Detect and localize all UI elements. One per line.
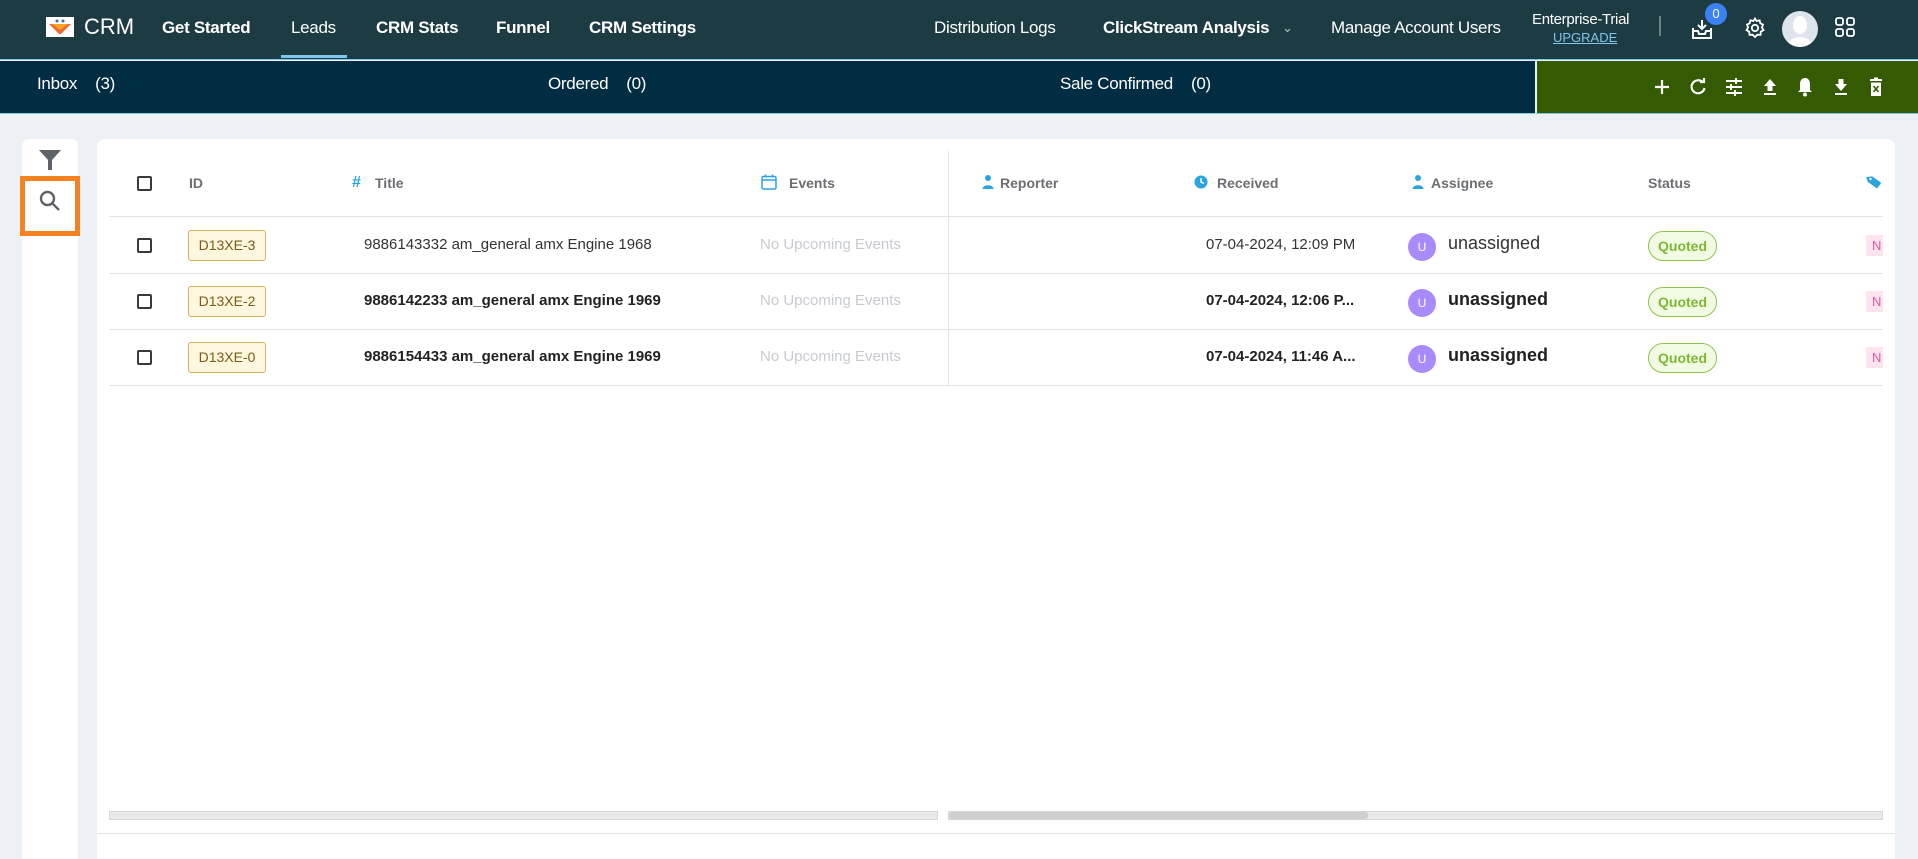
lead-title[interactable]: 9886143332 am_general amx Engine 1968 xyxy=(364,236,652,253)
person-icon xyxy=(1409,173,1427,191)
nav-clickstream-analysis[interactable]: ClickStream Analysis xyxy=(1103,18,1270,38)
row-checkbox[interactable] xyxy=(137,294,152,309)
tab-count: (0) xyxy=(626,74,647,93)
table-header: ID # Title Events Reporter Received Assi… xyxy=(109,139,1883,217)
crm-logo[interactable] xyxy=(46,17,74,37)
nav-get-started[interactable]: Get Started xyxy=(162,18,251,38)
status-tabs-bar: Inbox (3) Ordered (0) Sale Confirmed (0) xyxy=(0,61,1535,114)
assignee-avatar: U xyxy=(1408,289,1436,317)
filter-icon[interactable] xyxy=(36,147,64,173)
chevron-down-icon[interactable]: ⌄ xyxy=(1282,20,1293,36)
column-header-reporter[interactable]: Reporter xyxy=(1000,175,1058,191)
lead-assignee[interactable]: unassigned xyxy=(1448,233,1540,254)
app-brand[interactable]: CRM xyxy=(84,14,134,40)
divider xyxy=(1659,16,1661,36)
table-row[interactable]: D13XE-0 9886154433 am_general amx Engine… xyxy=(109,330,1883,386)
lead-received: 07-04-2024, 12:09 PM xyxy=(1206,236,1356,253)
table-row[interactable]: D13XE-3 9886143332 am_general amx Engine… xyxy=(109,218,1883,274)
column-header-assignee[interactable]: Assignee xyxy=(1431,175,1493,191)
horizontal-scrollbar-right[interactable] xyxy=(948,811,1883,820)
nav-leads[interactable]: Leads xyxy=(291,18,336,38)
assignee-avatar: U xyxy=(1408,233,1436,261)
upgrade-link[interactable]: UPGRADE xyxy=(1553,30,1617,45)
status-badge[interactable]: Quoted xyxy=(1648,343,1717,373)
inbox-badge: 0 xyxy=(1705,3,1727,25)
nav-manage-account-users[interactable]: Manage Account Users xyxy=(1331,18,1501,38)
person-icon xyxy=(979,173,997,191)
lead-events: No Upcoming Events xyxy=(760,292,901,309)
scrollbar-thumb[interactable] xyxy=(949,812,1368,819)
lead-id-tag[interactable]: D13XE-2 xyxy=(188,286,266,317)
hash-icon: # xyxy=(352,174,361,191)
nav-crm-stats[interactable]: CRM Stats xyxy=(376,18,459,38)
search-icon xyxy=(39,190,60,211)
tab-ordered[interactable]: Ordered (0) xyxy=(548,74,646,94)
nav-funnel[interactable]: Funnel xyxy=(496,18,550,38)
upload-icon[interactable] xyxy=(1759,76,1781,98)
tab-inbox[interactable]: Inbox (3) xyxy=(37,74,115,94)
tab-sale-confirmed[interactable]: Sale Confirmed (0) xyxy=(1060,74,1211,94)
tab-label: Sale Confirmed xyxy=(1060,74,1173,93)
tag-icon xyxy=(1865,173,1883,191)
lead-received: 07-04-2024, 12:06 P... xyxy=(1206,292,1355,309)
tab-count: (3) xyxy=(95,74,115,93)
download-icon[interactable] xyxy=(1830,76,1852,98)
status-badge[interactable]: Quoted xyxy=(1648,287,1717,317)
select-all-checkbox[interactable] xyxy=(137,176,152,191)
refresh-icon[interactable] xyxy=(1687,76,1709,98)
search-button[interactable] xyxy=(20,176,80,236)
nav-crm-settings[interactable]: CRM Settings xyxy=(589,18,696,38)
lead-id-tag[interactable]: D13XE-0 xyxy=(188,342,266,373)
leads-table-card: ID # Title Events Reporter Received Assi… xyxy=(97,139,1895,859)
nav-distribution-logs[interactable]: Distribution Logs xyxy=(934,18,1056,38)
column-header-status[interactable]: Status xyxy=(1648,175,1691,191)
action-toolbar xyxy=(1535,61,1918,114)
apps-grid-icon[interactable] xyxy=(1834,16,1860,42)
calendar-icon xyxy=(760,173,778,191)
add-icon[interactable] xyxy=(1651,76,1673,98)
lead-events: No Upcoming Events xyxy=(760,348,901,365)
lead-assignee[interactable]: unassigned xyxy=(1448,289,1548,310)
lead-events: No Upcoming Events xyxy=(760,236,901,253)
horizontal-scrollbar-left[interactable] xyxy=(109,811,938,820)
lead-title[interactable]: 9886154433 am_general amx Engine 1969 xyxy=(364,348,661,365)
lead-tag: N xyxy=(1866,235,1883,256)
row-checkbox[interactable] xyxy=(137,350,152,365)
column-header-id[interactable]: ID xyxy=(189,175,203,191)
lead-tag: N xyxy=(1866,291,1883,312)
column-header-received[interactable]: Received xyxy=(1217,175,1278,191)
bell-icon[interactable] xyxy=(1794,76,1816,98)
table-footer-divider xyxy=(97,833,1895,834)
avatar[interactable] xyxy=(1782,11,1818,47)
table-row[interactable]: D13XE-2 9886142233 am_general amx Engine… xyxy=(109,274,1883,330)
filter-rail xyxy=(20,139,80,859)
gear-icon[interactable] xyxy=(1743,16,1769,42)
delete-icon[interactable] xyxy=(1865,76,1887,98)
top-navbar: CRM Get Started Leads CRM Stats Funnel C… xyxy=(0,0,1918,60)
assignee-avatar: U xyxy=(1408,345,1436,373)
lead-received: 07-04-2024, 11:46 A... xyxy=(1206,348,1356,365)
plan-label: Enterprise-Trial xyxy=(1532,11,1630,28)
lead-assignee[interactable]: unassigned xyxy=(1448,345,1548,366)
tune-icon[interactable] xyxy=(1723,76,1745,98)
clock-icon xyxy=(1192,173,1210,191)
column-header-title[interactable]: Title xyxy=(375,175,404,191)
column-header-events[interactable]: Events xyxy=(789,175,835,191)
lead-id-tag[interactable]: D13XE-3 xyxy=(188,230,266,261)
tab-label: Ordered xyxy=(548,74,609,93)
active-tab-indicator xyxy=(281,55,347,58)
tab-label: Inbox xyxy=(37,74,78,93)
tab-count: (0) xyxy=(1190,74,1211,93)
status-badge[interactable]: Quoted xyxy=(1648,231,1717,261)
lead-tag: N xyxy=(1866,347,1883,368)
row-checkbox[interactable] xyxy=(137,238,152,253)
lead-title[interactable]: 9886142233 am_general amx Engine 1969 xyxy=(364,292,661,309)
